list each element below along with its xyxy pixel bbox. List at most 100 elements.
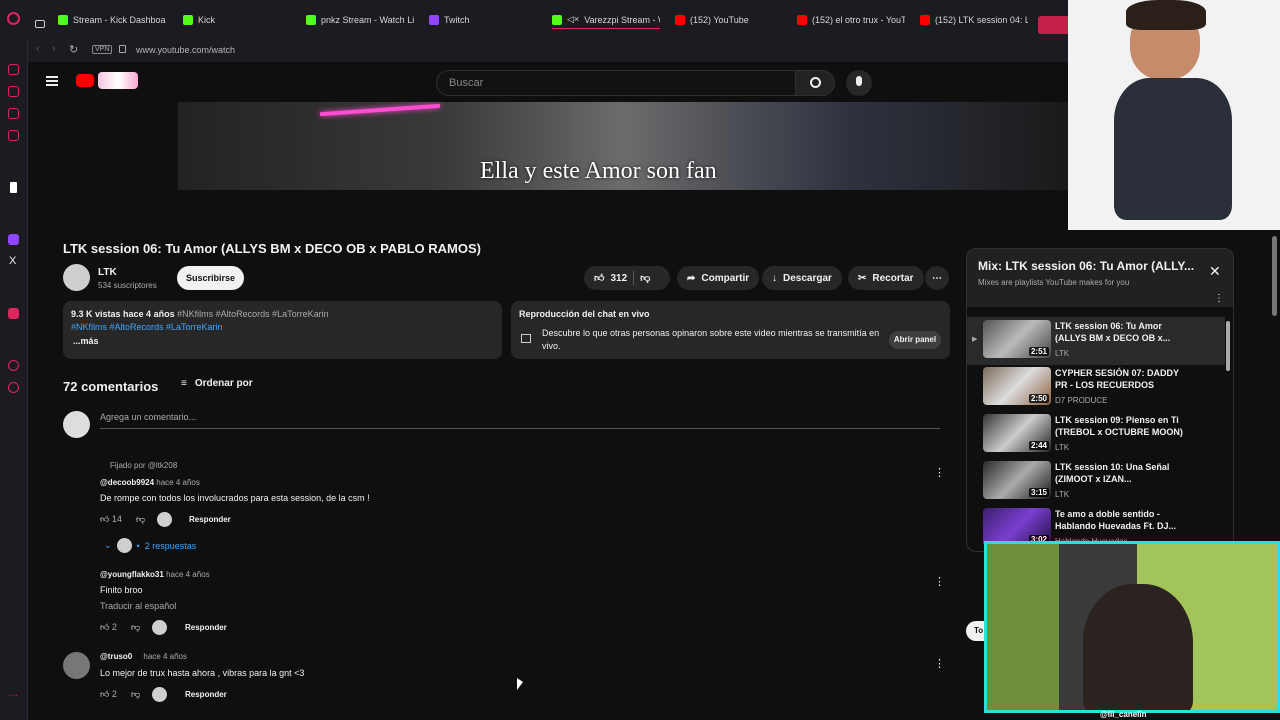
- comment-menu-icon[interactable]: ⋮: [934, 575, 945, 588]
- more-icon[interactable]: ···: [8, 690, 18, 701]
- workspaces-icon[interactable]: [35, 20, 45, 28]
- clip-button[interactable]: ✂ Recortar: [848, 266, 924, 290]
- comment-dislike-button[interactable]: 👎︎: [131, 689, 140, 700]
- comment-menu-icon[interactable]: ⋮: [934, 466, 945, 479]
- comment-age: hace 4 años: [156, 478, 200, 487]
- webcam-handle: @lil_canelin: [1100, 710, 1147, 719]
- mix-menu-icon[interactable]: ⋮: [1214, 293, 1224, 304]
- thumbs-down-icon[interactable]: 👎︎: [640, 272, 650, 284]
- opera-logo-icon[interactable]: [7, 12, 20, 25]
- neon-light: [320, 103, 440, 117]
- tab-youtube[interactable]: (152) YouTube: [675, 11, 783, 29]
- translate-link[interactable]: Traducir al español: [100, 601, 176, 611]
- sort-icon: ≡: [181, 378, 187, 389]
- sidebar-icon[interactable]: [8, 130, 19, 141]
- download-button[interactable]: ↓ Descargar: [762, 266, 842, 290]
- muted-speaker-icon[interactable]: ◁×: [567, 14, 579, 25]
- open-panel-button[interactable]: Abrir panel: [889, 331, 941, 349]
- comment-dislike-button[interactable]: 👎︎: [131, 622, 140, 633]
- comment-age: hace 4 años: [143, 652, 187, 661]
- vpn-badge[interactable]: VPN: [92, 45, 113, 54]
- hashtag-links[interactable]: #NKfilms #AltoRecords #LaTorreKarin: [71, 322, 223, 332]
- comment-age: hace 4 años: [166, 570, 210, 579]
- comment-menu-icon[interactable]: ⋮: [934, 657, 945, 670]
- doodle-logo[interactable]: [98, 72, 138, 89]
- tab-active-youtube[interactable]: [1038, 16, 1068, 34]
- playlist-scrollbar[interactable]: [1226, 321, 1230, 371]
- twitch-sidebar-icon[interactable]: [8, 234, 19, 245]
- like-button[interactable]: 👍︎ 312 👎︎: [584, 266, 670, 290]
- comment-author[interactable]: @truso0: [100, 652, 132, 661]
- search-button[interactable]: [795, 70, 835, 96]
- reply-button[interactable]: Responder: [185, 623, 227, 632]
- x-sidebar-icon[interactable]: X: [9, 255, 16, 267]
- sidebar-icon[interactable]: [8, 86, 19, 97]
- mix-header: Mix: LTK session 06: Tu Amor (ALLY... Mi…: [967, 249, 1233, 307]
- kick-icon: [306, 15, 316, 25]
- reply-button[interactable]: Responder: [185, 690, 227, 699]
- playing-icon: ▶: [972, 336, 978, 343]
- comment-like-button[interactable]: 👍︎ 14: [100, 514, 122, 525]
- more-actions-button[interactable]: ⋯: [925, 266, 949, 290]
- tab-el-otro-trux[interactable]: (152) el otro trux - YouT: [797, 11, 905, 29]
- creator-heart-avatar: [152, 620, 167, 635]
- pinned-label: Fijado por @ltk208: [110, 461, 178, 470]
- show-more-link[interactable]: ...más: [73, 336, 99, 346]
- sidebar-icon[interactable]: [8, 64, 19, 75]
- chevron-down-icon: ⌄: [104, 540, 112, 550]
- commenter-avatar[interactable]: [63, 652, 90, 679]
- mix-title[interactable]: Mix: LTK session 06: Tu Amor (ALLY...: [978, 259, 1194, 273]
- url-field[interactable]: www.youtube.com/watch: [136, 45, 235, 55]
- tab-ltk-session-04[interactable]: (152) LTK session 04: L: [920, 11, 1028, 29]
- subscriber-count: 534 suscriptores: [98, 281, 157, 290]
- add-comment-input[interactable]: Agrega un comentario...: [100, 412, 196, 422]
- tab-twitch[interactable]: Twitch: [429, 11, 537, 29]
- comment-dislike-button[interactable]: 👎︎: [136, 514, 145, 525]
- microphone-icon: [856, 76, 862, 86]
- playlist-item[interactable]: 2:44 LTK session 09: Pienso en Ti (TREBO…: [983, 414, 1227, 460]
- youtube-icon: [797, 15, 807, 25]
- comment-author[interactable]: @decoob9924: [100, 478, 154, 487]
- close-icon[interactable]: ✕: [1209, 263, 1221, 280]
- comment-like-button[interactable]: 👍︎ 2: [100, 622, 117, 633]
- tab-kick[interactable]: Kick: [183, 11, 291, 29]
- share-button[interactable]: ➦ Compartir: [677, 266, 760, 290]
- settings-icon[interactable]: [8, 382, 19, 393]
- voice-search-button[interactable]: [846, 70, 872, 96]
- tab-pnkz-stream[interactable]: pnkz Stream - Watch Li: [306, 11, 414, 29]
- forward-icon[interactable]: ›: [52, 43, 56, 55]
- youtube-logo[interactable]: [76, 74, 94, 87]
- sort-by-button[interactable]: ≡ Ordenar por: [181, 378, 253, 389]
- playlist-item[interactable]: 2:51 LTK session 06: Tu Amor (ALLYS BM x…: [983, 320, 1227, 366]
- reload-icon[interactable]: ↻: [69, 43, 78, 56]
- user-avatar: [63, 411, 90, 438]
- sidebar-icon[interactable]: [8, 308, 19, 319]
- sidebar-icon[interactable]: [10, 182, 17, 193]
- reply-avatar: [116, 538, 132, 553]
- subscribe-button[interactable]: Suscribirse: [177, 266, 244, 290]
- back-icon[interactable]: ‹: [36, 43, 40, 55]
- menu-icon[interactable]: [46, 76, 58, 86]
- mix-subtitle: Mixes are playlists YouTube makes for yo…: [978, 278, 1130, 287]
- playlist-item[interactable]: 3:15 LTK session 10: Una Señal (ZIMOOT x…: [983, 461, 1227, 507]
- channel-name[interactable]: LTK: [98, 267, 117, 278]
- search-input[interactable]: Buscar: [436, 70, 796, 96]
- twitch-icon: [429, 15, 439, 25]
- sidebar-icon[interactable]: [8, 108, 19, 119]
- description-box[interactable]: 9.3 K vistas hace 4 años #NKfilms #AltoR…: [63, 301, 502, 359]
- tab-varezzpi-stream[interactable]: ◁× Varezzpi Stream - W: [552, 11, 660, 29]
- history-icon[interactable]: [8, 360, 19, 371]
- comment-text: Lo mejor de trux hasta ahora , vibras pa…: [100, 668, 305, 678]
- comment-author[interactable]: @youngflakko31: [100, 570, 164, 579]
- page-scrollbar[interactable]: [1272, 236, 1277, 316]
- reply-button[interactable]: Responder: [189, 515, 231, 524]
- playlist-item[interactable]: 2:50 CYPHER SESIÓN 07: DADDY PR - LOS RE…: [983, 367, 1227, 413]
- webcam-overlay: [984, 541, 1280, 713]
- channel-avatar[interactable]: [63, 264, 90, 291]
- comment-like-button[interactable]: 👍︎ 2: [100, 689, 117, 700]
- chat-replay-title: Reproducción del chat en vivo: [519, 309, 650, 319]
- creator-heart-avatar: [152, 687, 167, 702]
- mix-playlist-panel: Mix: LTK session 06: Tu Amor (ALLY... Mi…: [966, 248, 1234, 552]
- tab-kick-dashboard[interactable]: Stream - Kick Dashboar: [58, 11, 166, 29]
- show-replies-button[interactable]: ⌄ • 2 respuestas: [104, 538, 196, 553]
